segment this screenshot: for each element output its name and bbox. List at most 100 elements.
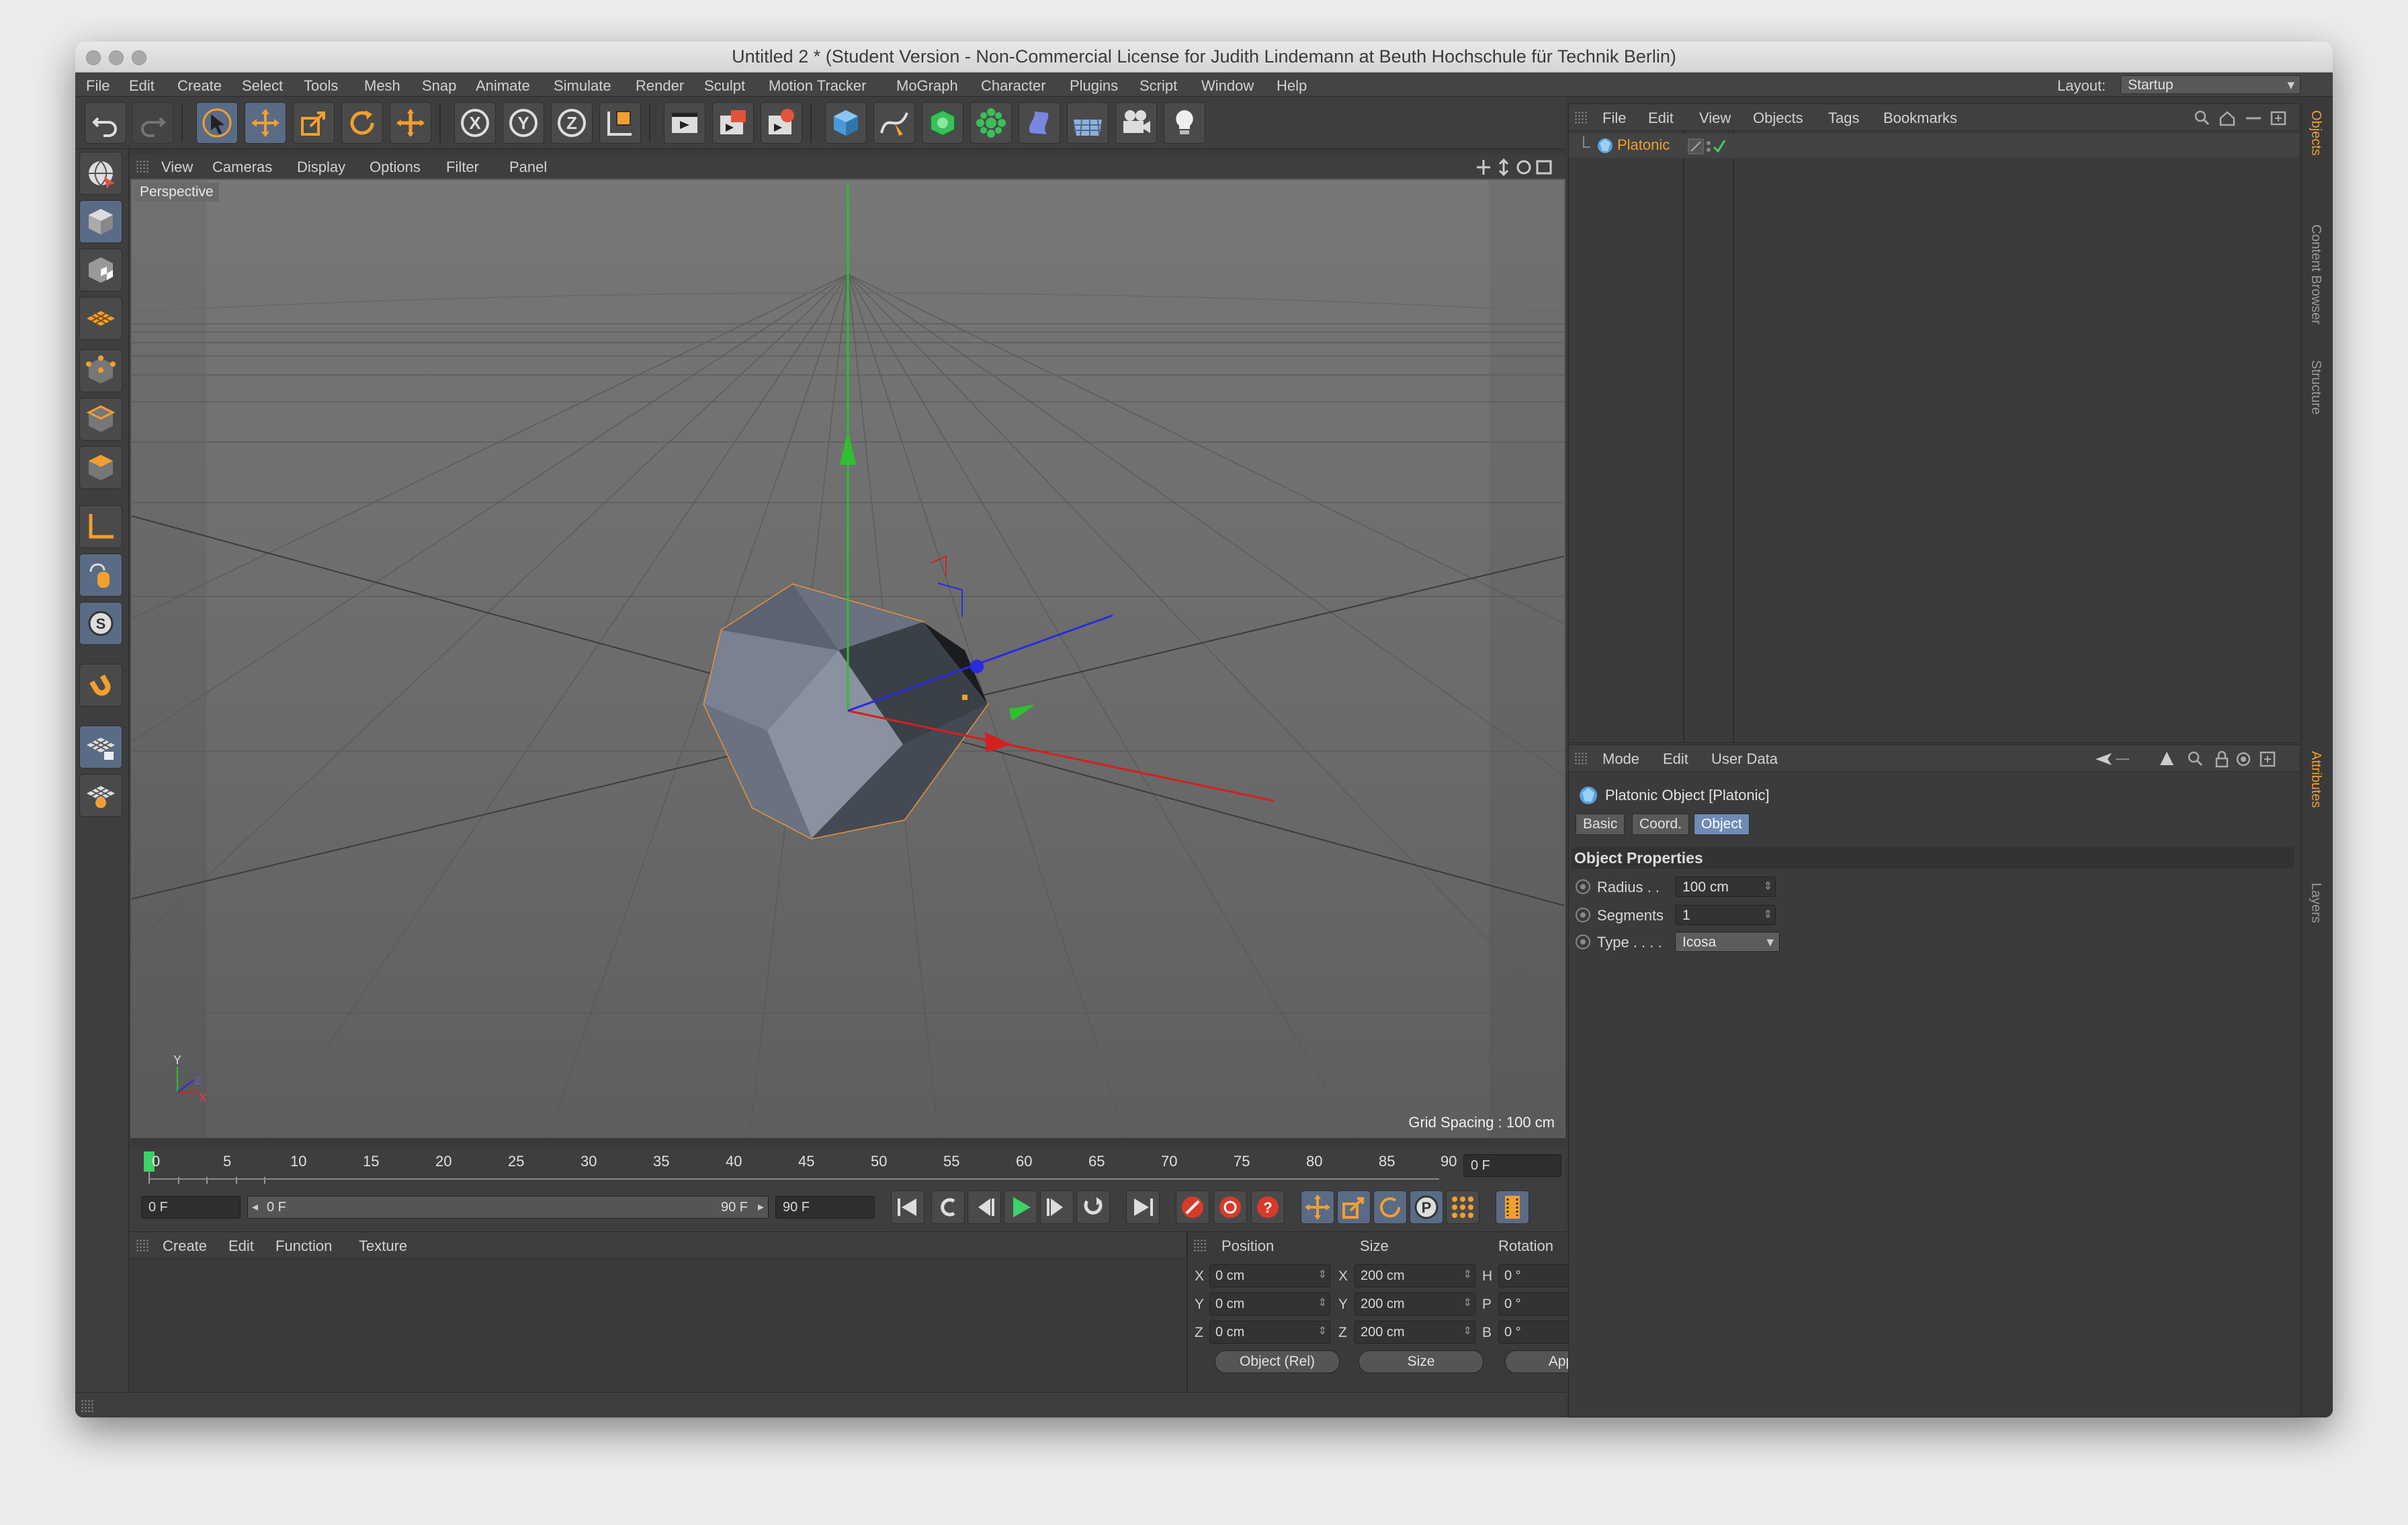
redo-icon[interactable]	[132, 102, 173, 144]
size-y-field[interactable]: 200 cm	[1354, 1293, 1475, 1315]
objects-menu-file[interactable]: File	[1602, 110, 1626, 127]
snap-icon[interactable]: S	[79, 602, 122, 645]
objects-menu-objects[interactable]: Objects	[1753, 110, 1803, 127]
segments-animate-toggle[interactable]	[1576, 908, 1590, 922]
timeline-ruler[interactable]: 0 5 10 15 20 25 30 35 40 45 50 55 60 65 …	[130, 1149, 1565, 1184]
material-manager[interactable]: Create Edit Function Texture	[130, 1232, 1188, 1392]
viewport-menu-options[interactable]: Options	[370, 159, 421, 176]
menu-render[interactable]: Render	[636, 77, 684, 95]
live-selection-icon[interactable]	[196, 102, 238, 144]
menu-mesh[interactable]: Mesh	[364, 77, 400, 95]
keyframe-selection-icon[interactable]: ?	[1251, 1190, 1285, 1224]
light-icon[interactable]	[1164, 102, 1205, 144]
menu-select[interactable]: Select	[242, 77, 283, 95]
make-editable-icon[interactable]	[79, 152, 122, 195]
size-z-field[interactable]: 200 cm	[1354, 1321, 1475, 1344]
axis-mode-icon[interactable]	[79, 505, 122, 548]
side-tab-objects[interactable]: Objects	[2308, 110, 2323, 156]
tab-coord[interactable]: Coord.	[1632, 814, 1690, 835]
position-z-field[interactable]: 0 cm	[1209, 1321, 1330, 1344]
model-mode-icon[interactable]	[79, 200, 122, 243]
x-axis-icon[interactable]: X	[454, 102, 496, 144]
record-point-level-icon[interactable]	[1446, 1190, 1479, 1224]
menu-window[interactable]: Window	[1201, 77, 1254, 95]
menu-snap[interactable]: Snap	[422, 77, 456, 95]
locked-workplane-icon[interactable]	[79, 726, 122, 769]
segments-field[interactable]: 1	[1675, 905, 1776, 925]
record-active-objects-icon[interactable]	[1176, 1190, 1209, 1224]
loop-icon[interactable]	[1076, 1190, 1110, 1224]
previous-frame-icon[interactable]	[968, 1190, 1001, 1224]
attributes-menu-edit[interactable]: Edit	[1663, 750, 1688, 768]
cube-icon[interactable]	[825, 102, 867, 144]
menu-script[interactable]: Script	[1140, 77, 1177, 95]
record-scale-icon[interactable]	[1337, 1190, 1371, 1224]
scale-icon[interactable]	[293, 102, 335, 144]
pen-spline-icon[interactable]	[873, 102, 915, 144]
size-x-field[interactable]: 200 cm	[1354, 1264, 1475, 1287]
record-rotation-icon[interactable]	[1373, 1190, 1407, 1224]
y-axis-icon[interactable]: Y	[503, 102, 544, 144]
object-row-platonic[interactable]: Platonic	[1569, 134, 2300, 158]
viewport-menu-display[interactable]: Display	[297, 159, 345, 176]
go-to-start-icon[interactable]	[891, 1190, 924, 1224]
viewport-navigation-icons[interactable]	[1475, 159, 1556, 176]
viewport-menu-cameras[interactable]: Cameras	[212, 159, 272, 176]
radius-field[interactable]: 100 cm	[1675, 877, 1776, 897]
objects-menu-bookmarks[interactable]: Bookmarks	[1883, 110, 1957, 127]
side-tab-layers[interactable]: Layers	[2308, 883, 2323, 923]
cloner-icon[interactable]	[970, 102, 1012, 144]
menu-plugins[interactable]: Plugins	[1070, 77, 1118, 95]
timeline-window-icon[interactable]	[1496, 1190, 1529, 1224]
material-menu-create[interactable]: Create	[163, 1237, 207, 1255]
position-x-field[interactable]: 0 cm	[1209, 1264, 1330, 1287]
menu-create[interactable]: Create	[177, 77, 222, 95]
coordinate-mode-select[interactable]: Object (Rel)	[1215, 1350, 1340, 1373]
material-menu-edit[interactable]: Edit	[228, 1237, 254, 1255]
position-y-field[interactable]: 0 cm	[1209, 1293, 1330, 1315]
radius-animate-toggle[interactable]	[1576, 879, 1590, 894]
next-frame-icon[interactable]	[1040, 1190, 1074, 1224]
size-mode-select[interactable]: Size	[1359, 1350, 1484, 1373]
object-name-platonic[interactable]: Platonic	[1617, 136, 1670, 154]
planar-workplane-icon[interactable]	[79, 774, 122, 817]
end-frame-field[interactable]: 90 F	[775, 1196, 875, 1219]
deformer-icon[interactable]	[1019, 102, 1060, 144]
menu-help[interactable]: Help	[1277, 77, 1307, 95]
floor-icon[interactable]	[1067, 102, 1109, 144]
z-axis-icon[interactable]: Z	[551, 102, 593, 144]
side-tab-content-browser[interactable]: Content Browser	[2308, 224, 2323, 324]
type-animate-toggle[interactable]	[1576, 934, 1590, 949]
current-frame-field[interactable]: 0 F	[1463, 1154, 1561, 1177]
menu-sculpt[interactable]: Sculpt	[704, 77, 745, 95]
move-icon[interactable]	[245, 102, 286, 144]
go-to-end-icon[interactable]	[1126, 1190, 1160, 1224]
menu-motion-tracker[interactable]: Motion Tracker	[769, 77, 867, 95]
autokeying-icon[interactable]	[1213, 1190, 1247, 1224]
objects-menu-tags[interactable]: Tags	[1828, 110, 1859, 127]
edit-render-settings-icon[interactable]	[761, 102, 802, 144]
viewport-menu-panel[interactable]: Panel	[509, 159, 547, 176]
menu-mograph[interactable]: MoGraph	[896, 77, 958, 95]
edges-mode-icon[interactable]	[79, 398, 122, 441]
material-menu-function[interactable]: Function	[275, 1237, 332, 1255]
texture-mode-icon[interactable]	[79, 249, 122, 292]
record-parameter-icon[interactable]: P	[1410, 1190, 1443, 1224]
play-forward-icon[interactable]	[1004, 1190, 1037, 1224]
side-tab-structure[interactable]: Structure	[2308, 360, 2323, 415]
points-mode-icon[interactable]	[79, 349, 122, 392]
viewport-label[interactable]: Perspective	[134, 183, 219, 202]
record-position-icon[interactable]	[1301, 1190, 1334, 1224]
menu-file[interactable]: File	[86, 77, 110, 95]
previous-key-icon[interactable]	[931, 1190, 965, 1224]
enable-snap-icon[interactable]	[79, 664, 122, 707]
object-manager[interactable]: File Edit View Objects Tags Bookmarks Pl…	[1568, 103, 2300, 743]
layout-select[interactable]: Startup	[2120, 75, 2300, 94]
render-view-icon[interactable]	[664, 102, 705, 144]
object-visibility-checks[interactable]	[1687, 138, 1727, 155]
type-select[interactable]: Icosa	[1675, 932, 1780, 952]
undo-icon[interactable]	[85, 102, 126, 144]
menu-animate[interactable]: Animate	[476, 77, 530, 95]
menu-tools[interactable]: Tools	[304, 77, 338, 95]
menu-character[interactable]: Character	[981, 77, 1046, 95]
